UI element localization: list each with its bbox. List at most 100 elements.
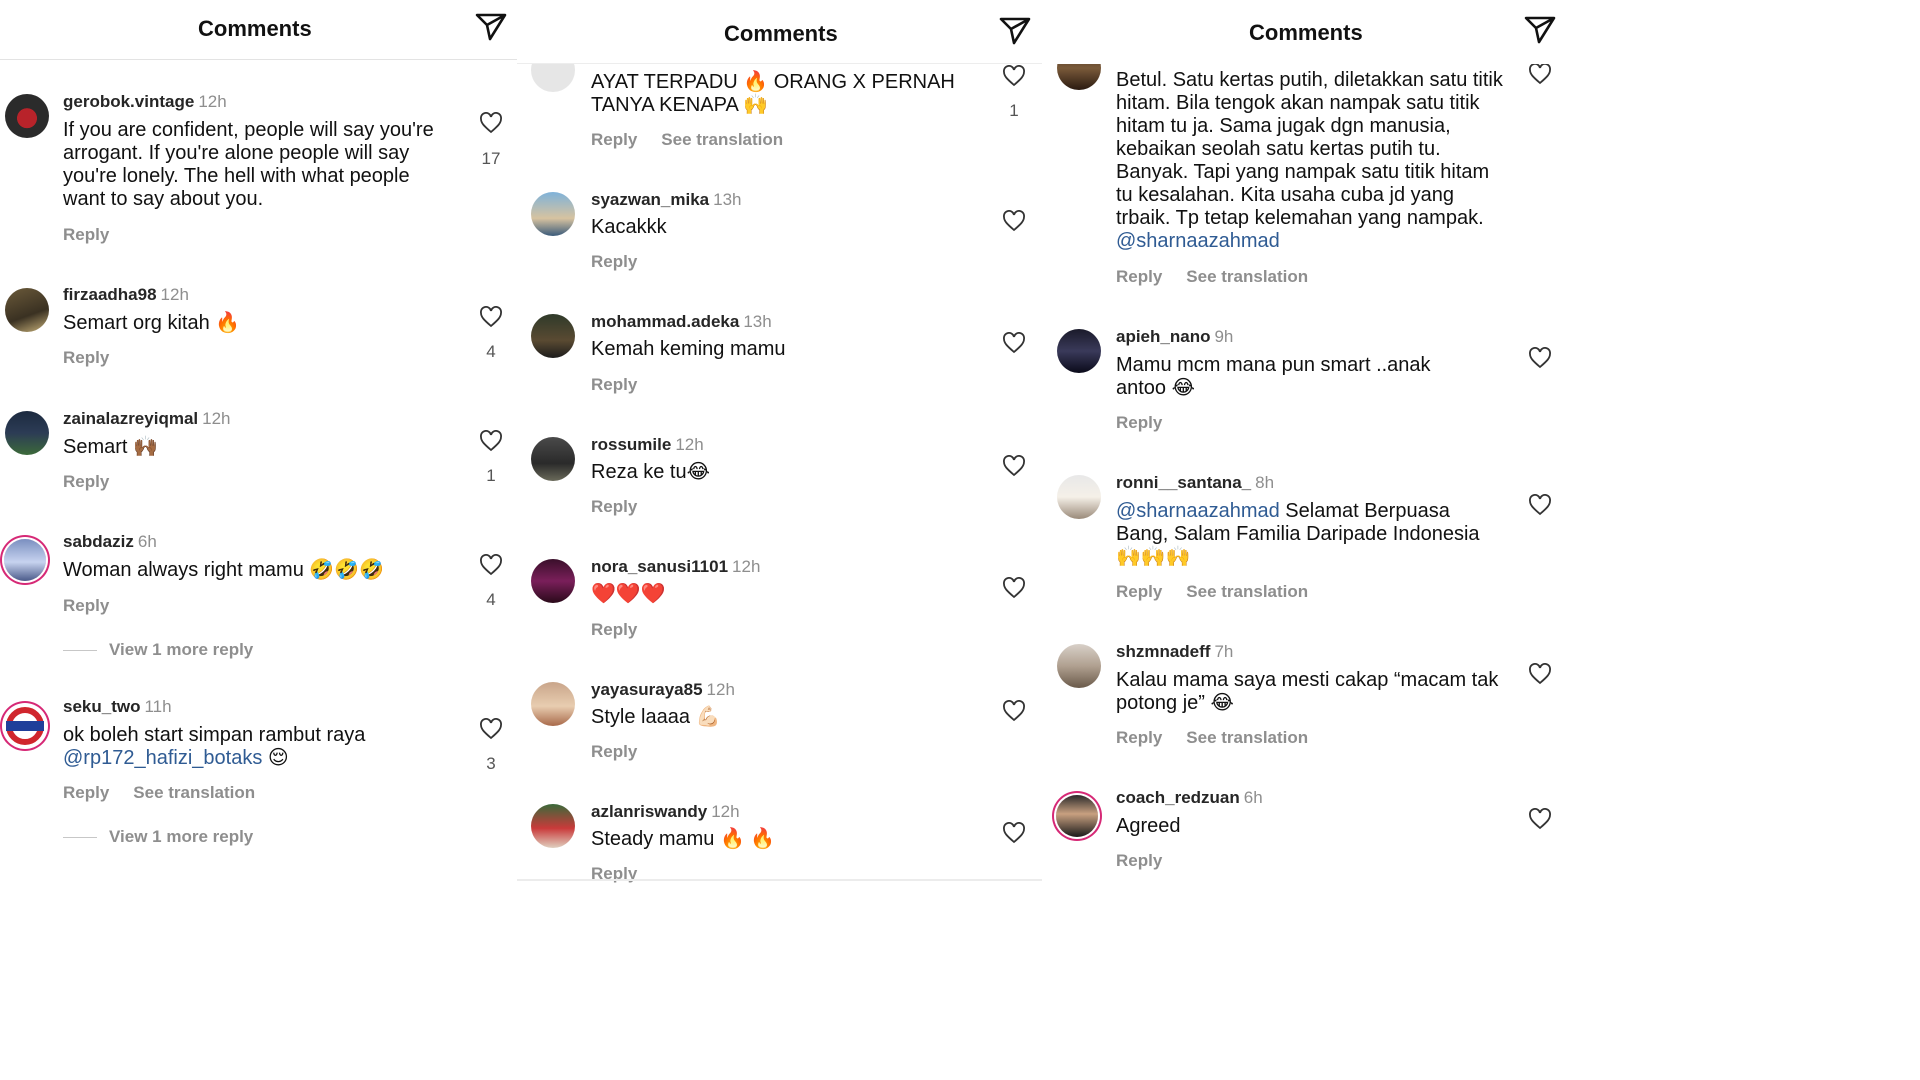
heart-outline-icon[interactable]: [1528, 494, 1552, 516]
avatar[interactable]: [1057, 644, 1101, 688]
heart-outline-icon[interactable]: [479, 718, 503, 740]
comment-username[interactable]: apieh_nano: [1116, 327, 1210, 346]
avatar[interactable]: [531, 804, 575, 848]
comment-text: Kemah keming mamu: [591, 338, 786, 360]
comment-username[interactable]: coach_redzuan: [1116, 788, 1240, 807]
reply-button[interactable]: Reply: [591, 742, 637, 761]
heart-outline-icon[interactable]: [1002, 822, 1026, 844]
reply-button[interactable]: Reply: [63, 783, 109, 802]
comment-time: 12h: [732, 557, 761, 576]
comment-text: Style laaaa 💪🏻: [591, 706, 721, 728]
comment-username[interactable]: zainalazreyiqmal: [63, 409, 198, 428]
see-translation-button[interactable]: See translation: [1186, 582, 1308, 601]
reply-button[interactable]: Reply: [1116, 728, 1162, 747]
comment-username[interactable]: rossumile: [591, 435, 671, 454]
heart-outline-icon[interactable]: [479, 112, 503, 134]
mention-link[interactable]: @rp172_hafizi_botaks: [63, 747, 262, 769]
reply-button[interactable]: Reply: [1116, 582, 1162, 601]
view-more-replies[interactable]: View 1 more reply: [63, 827, 253, 847]
send-icon[interactable]: [474, 12, 508, 42]
comment-text: @sharnaazahmad Selamat Berpuasa Bang, Sa…: [1116, 500, 1506, 569]
reply-button[interactable]: Reply: [63, 225, 109, 244]
comment-time: 9h: [1214, 327, 1234, 346]
thread-line: [63, 837, 97, 839]
comment-time: 12h: [202, 409, 231, 428]
reply-button[interactable]: Reply: [591, 375, 637, 394]
comment-time: 12h: [675, 435, 704, 454]
heart-outline-icon[interactable]: [1528, 808, 1552, 830]
comment-username[interactable]: yayasuraya85: [591, 680, 703, 699]
heart-outline-icon[interactable]: [1528, 347, 1552, 369]
avatar[interactable]: [531, 314, 575, 358]
reply-button[interactable]: Reply: [1116, 267, 1162, 286]
comment-username[interactable]: gerobok.vintage: [63, 92, 194, 111]
avatar[interactable]: [1056, 795, 1098, 837]
comment-text: AYAT TERPADU 🔥 ORANG X PERNAH TANYA KENA…: [591, 71, 955, 116]
heart-outline-icon[interactable]: [479, 306, 503, 328]
heart-outline-icon[interactable]: [479, 430, 503, 452]
comment-username[interactable]: shzmnadeff: [1116, 642, 1210, 661]
avatar[interactable]: [531, 682, 575, 726]
see-translation-button[interactable]: See translation: [133, 783, 255, 802]
comment-text: Semart 🙌🏾: [63, 436, 158, 458]
comment-text: Kalau mama saya mesti cakap “macam tak p…: [1116, 669, 1499, 714]
avatar[interactable]: [1057, 329, 1101, 373]
mention-link[interactable]: @sharnaazahmad: [1116, 500, 1280, 522]
see-translation-button[interactable]: See translation: [1186, 267, 1308, 286]
heart-outline-icon[interactable]: [1528, 63, 1552, 85]
avatar[interactable]: [4, 539, 46, 581]
heart-outline-icon[interactable]: [1002, 332, 1026, 354]
reply-button[interactable]: Reply: [63, 348, 109, 367]
avatar[interactable]: [1057, 475, 1101, 519]
heart-outline-icon[interactable]: [1002, 65, 1026, 87]
reply-button[interactable]: Reply: [591, 130, 637, 149]
comment-username[interactable]: nora_sanusi1101: [591, 557, 728, 576]
send-icon[interactable]: [1523, 15, 1557, 45]
comment-username[interactable]: seku_two: [63, 697, 140, 716]
comment-username[interactable]: mohammad.adeka: [591, 312, 739, 331]
reply-button[interactable]: Reply: [1116, 851, 1162, 870]
view-more-replies[interactable]: View 1 more reply: [63, 640, 253, 660]
send-icon[interactable]: [998, 16, 1032, 46]
see-translation-button[interactable]: See translation: [661, 130, 783, 149]
reply-button[interactable]: Reply: [591, 497, 637, 516]
comment-time: 8h: [1255, 473, 1275, 492]
reply-button[interactable]: Reply: [63, 596, 109, 615]
avatar[interactable]: [531, 192, 575, 236]
reply-button[interactable]: Reply: [591, 620, 637, 639]
reply-button[interactable]: Reply: [63, 472, 109, 491]
comment-time: 12h: [160, 285, 189, 304]
comments-panel-2: AYAT TERPADU 🔥 ORANG X PERNAH TANYA KENA…: [517, 0, 1042, 884]
comments-header: Comments: [1042, 0, 1568, 64]
avatar[interactable]: [531, 559, 575, 603]
avatar[interactable]: [5, 411, 49, 455]
avatar[interactable]: [4, 705, 46, 747]
heart-outline-icon[interactable]: [1002, 700, 1026, 722]
comment-time: 6h: [137, 532, 157, 551]
mention-link[interactable]: @sharnaazahmad: [1116, 230, 1280, 252]
avatar[interactable]: [531, 437, 575, 481]
comment-text: ok boleh start simpan rambut raya @rp172…: [63, 724, 453, 770]
comment-text: Betul. Satu kertas putih, diletakkan sat…: [1116, 69, 1506, 253]
heart-outline-icon[interactable]: [1002, 577, 1026, 599]
heart-outline-icon[interactable]: [1528, 663, 1552, 685]
comment-time: 6h: [1243, 788, 1263, 807]
heart-outline-icon[interactable]: [479, 554, 503, 576]
comments-title: Comments: [198, 16, 312, 41]
heart-outline-icon[interactable]: [1002, 210, 1026, 232]
comment-username[interactable]: azlanriswandy: [591, 802, 707, 821]
reply-button[interactable]: Reply: [591, 252, 637, 271]
see-translation-button[interactable]: See translation: [1186, 728, 1308, 747]
comment-username[interactable]: syazwan_mika: [591, 190, 709, 209]
comment-username[interactable]: sabdaziz: [63, 532, 134, 551]
reply-button[interactable]: Reply: [1116, 413, 1162, 432]
comment-text: Kacakkk: [591, 216, 667, 238]
comment-time: 12h: [198, 92, 227, 111]
avatar[interactable]: [5, 94, 49, 138]
avatar[interactable]: [5, 288, 49, 332]
comment-username[interactable]: ronni__santana_: [1116, 473, 1251, 492]
heart-outline-icon[interactable]: [1002, 455, 1026, 477]
comment-text-part: 😌: [262, 747, 289, 769]
comment-username[interactable]: firzaadha98: [63, 285, 157, 304]
thread-line: [63, 650, 97, 652]
